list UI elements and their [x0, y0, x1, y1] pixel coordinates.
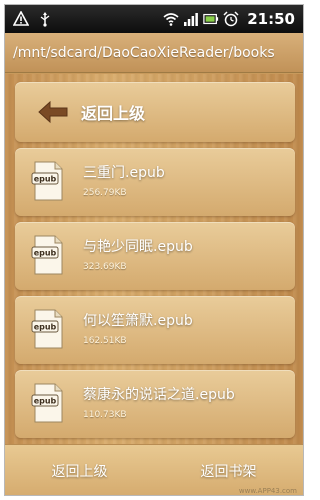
- status-bar: 21:50: [5, 5, 303, 33]
- alarm-icon: [223, 11, 239, 27]
- go-up-row[interactable]: 返回上级: [15, 82, 295, 142]
- file-name: 何以笙箫默.epub: [83, 313, 193, 329]
- svg-text:epub: epub: [34, 323, 57, 332]
- svg-text:epub: epub: [34, 249, 57, 258]
- file-name: 蔡康永的说话之道.epub: [83, 387, 235, 403]
- warning-icon: [13, 11, 29, 27]
- back-arrow-icon: [37, 100, 69, 128]
- signal-icon: [183, 11, 199, 27]
- usb-icon: [37, 11, 53, 27]
- bottom-toolbar: 返回上级 返回书架 www.APP43.com: [5, 444, 303, 495]
- go-up-label: 返回上级: [81, 104, 146, 123]
- file-row[interactable]: epub 与艳少同眠.epub 323.69KB: [15, 222, 295, 290]
- epub-file-icon: epub: [31, 160, 65, 202]
- path-bar: /mnt/sdcard/DaoCaoXieReader/books: [5, 33, 303, 73]
- file-size: 256.79KB: [83, 188, 127, 198]
- file-row[interactable]: epub 何以笙箫默.epub 162.51KB: [15, 296, 295, 364]
- wifi-icon: [163, 11, 179, 27]
- battery-icon: [203, 11, 219, 27]
- svg-text:epub: epub: [34, 175, 57, 184]
- file-size: 323.69KB: [83, 262, 127, 272]
- file-name: 三重门.epub: [83, 165, 165, 181]
- file-size: 110.73KB: [83, 410, 127, 420]
- phone-screen: 21:50 /mnt/sdcard/DaoCaoXieReader/books …: [4, 4, 304, 496]
- epub-file-icon: epub: [31, 234, 65, 276]
- epub-file-icon: epub: [31, 382, 65, 424]
- file-row[interactable]: epub 三重门.epub 256.79KB: [15, 148, 295, 216]
- epub-file-icon: epub: [31, 308, 65, 350]
- current-path: /mnt/sdcard/DaoCaoXieReader/books: [13, 44, 275, 61]
- file-row[interactable]: epub 蔡康永的说话之道.epub 110.73KB: [15, 370, 295, 438]
- watermark: www.APP43.com: [238, 487, 297, 495]
- status-clock: 21:50: [247, 10, 295, 28]
- file-size: 162.51KB: [83, 336, 127, 346]
- file-list: 返回上级 epub 三重门.epub 256.79KB epub 与艳少同眠.e…: [5, 74, 303, 444]
- go-up-button[interactable]: 返回上级: [5, 445, 154, 495]
- svg-text:epub: epub: [34, 397, 57, 406]
- file-name: 与艳少同眠.epub: [83, 239, 193, 255]
